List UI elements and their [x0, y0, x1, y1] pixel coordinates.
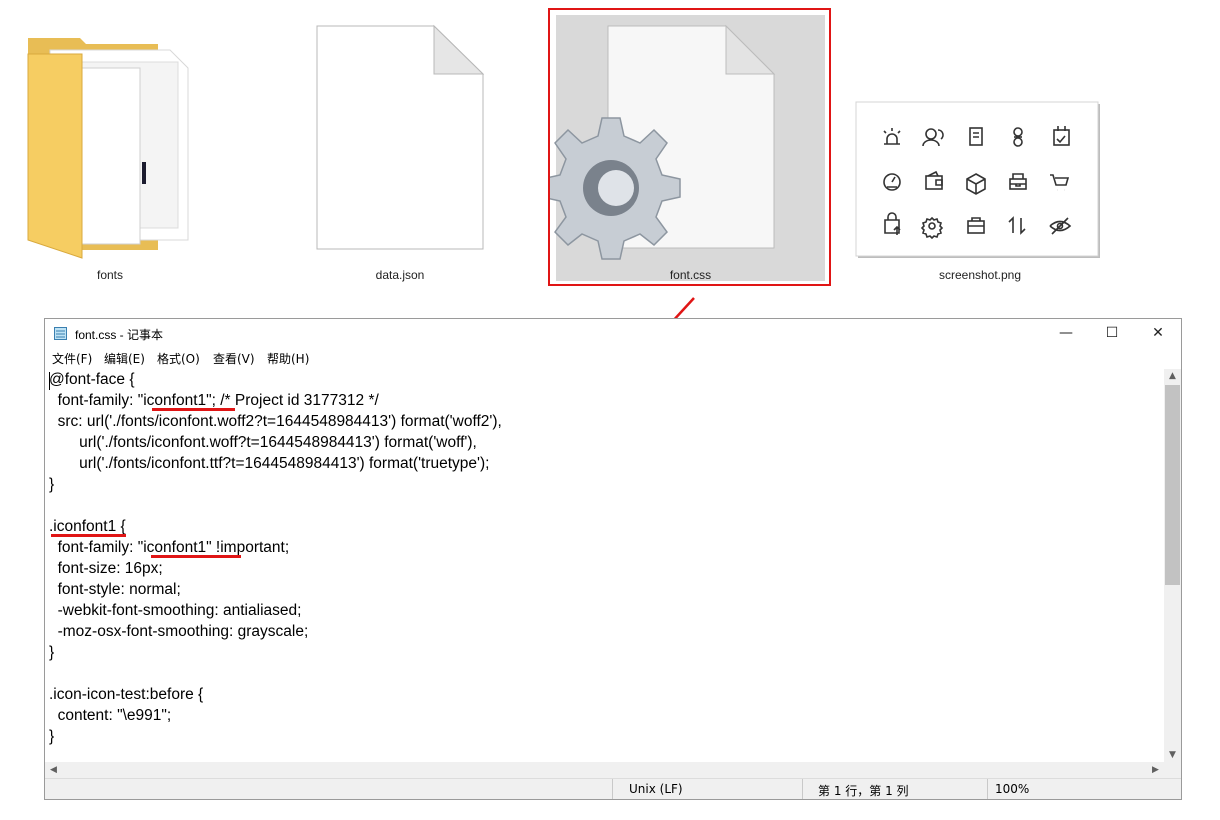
code-line: .icon-icon-test:before {: [49, 686, 204, 703]
vertical-scrollbar[interactable]: ▲ ▼: [1164, 369, 1181, 762]
scroll-left-icon[interactable]: ◀: [45, 765, 62, 775]
scroll-up-icon[interactable]: ▲: [1164, 371, 1181, 381]
close-button[interactable]: ✕: [1135, 319, 1181, 347]
code-line: }: [49, 728, 55, 745]
menu-format[interactable]: 格式(O): [157, 350, 200, 367]
scrollbar-corner: [1164, 762, 1181, 779]
code-line: url('./fonts/iconfont.woff?t=16445489844…: [49, 434, 477, 451]
notepad-window: font.css - 记事本 — ☐ ✕ 文件(F) 编辑(E) 格式(O) 查…: [44, 318, 1182, 800]
window-title: font.css - 记事本: [75, 328, 164, 342]
minimize-button[interactable]: —: [1043, 319, 1089, 347]
notepad-icon: [54, 327, 67, 340]
code-line: -webkit-font-smoothing: antialiased;: [49, 602, 302, 619]
scroll-down-icon[interactable]: ▼: [1164, 750, 1181, 760]
code-line: }: [49, 476, 55, 493]
maximize-button[interactable]: ☐: [1089, 319, 1135, 347]
highlight-underline: [152, 408, 235, 411]
code-line: src: url('./fonts/iconfont.woff2?t=16445…: [49, 413, 502, 430]
title-bar[interactable]: font.css - 记事本 — ☐ ✕: [45, 319, 1181, 347]
line-ending-status: Unix (LF): [629, 782, 683, 796]
code-line: }: [49, 644, 55, 661]
code-line: font-style: normal;: [49, 581, 181, 598]
status-bar: Unix (LF) 第 1 行，第 1 列 100%: [45, 778, 1181, 799]
highlight-underline: [151, 555, 241, 558]
cursor-position-status: 第 1 行，第 1 列: [818, 784, 909, 798]
code-line: url('./fonts/iconfont.ttf?t=164454898441…: [49, 455, 490, 472]
highlight-underline: [51, 534, 126, 537]
code-line: @font-face {: [49, 371, 135, 388]
zoom-status: 100%: [995, 782, 1030, 796]
menu-help[interactable]: 帮助(H): [267, 350, 309, 367]
text-caret: [49, 372, 50, 390]
code-line: -moz-osx-font-smoothing: grayscale;: [49, 623, 309, 640]
text-editor[interactable]: @font-face { font-family: "iconfont1"; /…: [46, 369, 1164, 762]
code-line: font-size: 16px;: [49, 560, 163, 577]
code-line: content: "\e991";: [49, 707, 172, 724]
scroll-thumb[interactable]: [1165, 385, 1180, 585]
menu-bar: 文件(F) 编辑(E) 格式(O) 查看(V) 帮助(H): [45, 347, 1181, 369]
horizontal-scrollbar[interactable]: ◀ ▶: [45, 762, 1164, 779]
scroll-right-icon[interactable]: ▶: [1147, 765, 1164, 775]
menu-edit[interactable]: 编辑(E): [104, 350, 145, 367]
menu-file[interactable]: 文件(F): [52, 350, 92, 367]
menu-view[interactable]: 查看(V): [213, 350, 255, 367]
